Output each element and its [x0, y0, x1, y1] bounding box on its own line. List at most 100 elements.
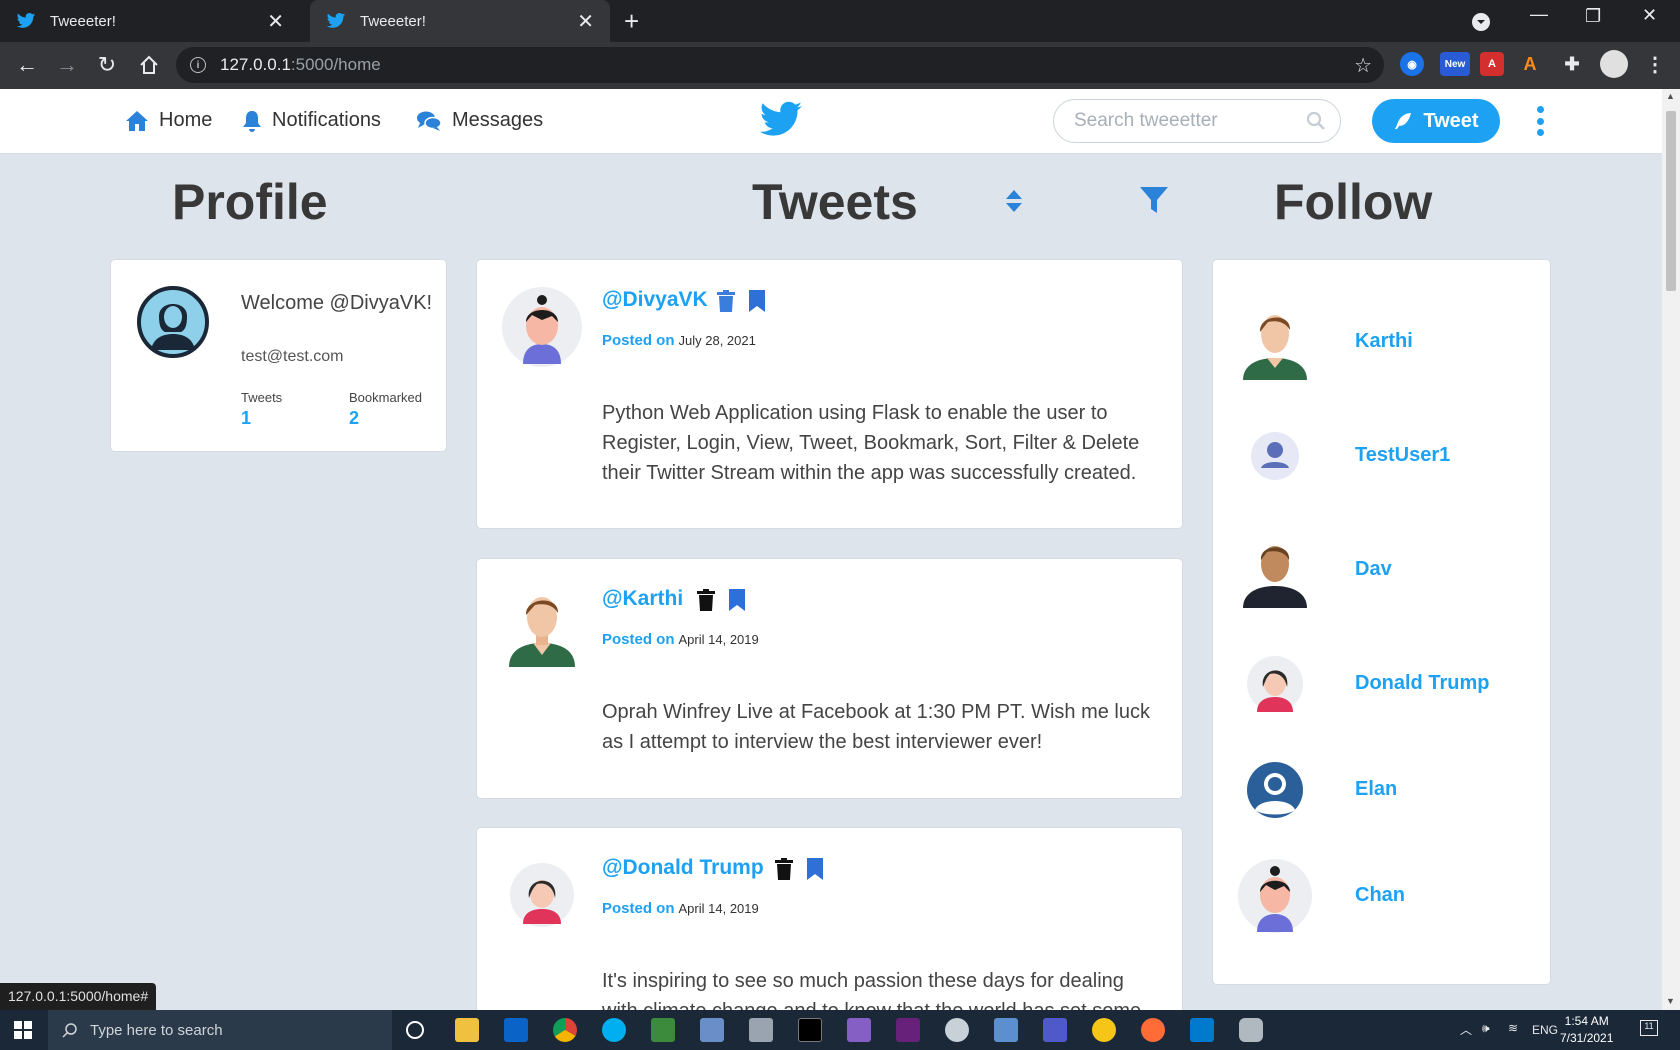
forward-icon[interactable]: → [54, 52, 80, 78]
excel-icon[interactable] [651, 1018, 675, 1042]
bookmark-icon[interactable] [729, 589, 745, 611]
volume-icon[interactable]: 🕪 [1482, 1021, 1490, 1036]
nav-notifications[interactable]: Notifications [242, 109, 381, 132]
tweets-count-label: Tweets [241, 390, 283, 405]
filter-icon[interactable] [1140, 187, 1168, 213]
database-icon[interactable] [1239, 1018, 1263, 1042]
restore-icon[interactable]: ❐ [1585, 6, 1601, 27]
wifi-icon[interactable]: ≋ [1508, 1021, 1518, 1035]
minimize-icon[interactable]: — [1530, 4, 1548, 25]
windows-taskbar: Type here to search ︿ 🕪 ≋ ENG 1:54 AM 7/… [0, 1010, 1680, 1050]
tweet-posted: Posted on April 14, 2019 [602, 631, 759, 648]
more-options-icon[interactable] [1532, 106, 1548, 136]
sort-icon[interactable] [1006, 190, 1022, 212]
home-icon[interactable] [136, 54, 162, 76]
trash-icon[interactable] [697, 589, 715, 611]
follow-name[interactable]: Dav [1355, 558, 1392, 581]
bookmark-icon[interactable] [749, 290, 765, 312]
visual-studio-icon[interactable] [847, 1018, 871, 1042]
status-url-bubble: 127.0.0.1:5000/home# [0, 983, 157, 1010]
follow-item[interactable]: TestUser1 [1237, 418, 1537, 498]
system-clock[interactable]: 1:54 AM 7/31/2021 [1560, 1013, 1613, 1047]
scroll-down-arrow[interactable]: ▼ [1666, 996, 1675, 1006]
profile-avatar-icon[interactable] [1600, 50, 1628, 78]
reload-icon[interactable]: ↻ [94, 52, 120, 78]
terminal-icon[interactable] [798, 1018, 822, 1042]
trash-icon[interactable] [775, 858, 793, 880]
follow-card: Karthi TestUser1 Dav Donald Trump Elan C… [1212, 259, 1551, 985]
windows-start-icon[interactable] [14, 1021, 32, 1039]
pdf-extension-icon[interactable]: A [1480, 52, 1504, 76]
app-icon[interactable] [749, 1018, 773, 1042]
nav-home[interactable]: Home [125, 109, 212, 132]
chrome-menu-icon[interactable]: ⋮ [1643, 52, 1667, 76]
tweet-button[interactable]: Tweet [1372, 99, 1500, 143]
clock-date: 7/31/2021 [1560, 1031, 1614, 1045]
follow-name[interactable]: Chan [1355, 884, 1405, 907]
new-tab-button[interactable]: + [624, 6, 639, 37]
vscode-icon[interactable] [1190, 1018, 1214, 1042]
close-tab-icon[interactable]: ✕ [267, 9, 284, 34]
taskbar-search[interactable]: Type here to search [48, 1010, 392, 1050]
follow-item[interactable]: Dav [1237, 532, 1537, 612]
visual-studio-icon[interactable] [896, 1018, 920, 1042]
follow-item[interactable]: Karthi [1237, 304, 1537, 384]
tweet-date: April 14, 2019 [678, 632, 759, 647]
app-icon[interactable] [945, 1018, 969, 1042]
extension-icon[interactable]: ◉ [1400, 52, 1424, 76]
twitter-logo-icon[interactable] [758, 101, 804, 139]
nav-messages[interactable]: Messages [416, 109, 543, 132]
site-info-icon[interactable]: i [190, 57, 206, 73]
chrome-icon[interactable] [553, 1018, 577, 1042]
tweet-handle[interactable]: @Donald Trump [602, 856, 764, 880]
close-window-icon[interactable]: ✕ [1642, 5, 1657, 26]
tweet-actions [717, 290, 765, 312]
close-tab-icon[interactable]: ✕ [577, 9, 594, 34]
follow-item[interactable]: Donald Trump [1237, 646, 1537, 726]
app-icon[interactable] [994, 1018, 1018, 1042]
outlook-icon[interactable] [504, 1018, 528, 1042]
app-icon[interactable] [700, 1018, 724, 1042]
teams-icon[interactable] [1043, 1018, 1067, 1042]
tab-search-icon[interactable] [1470, 11, 1492, 33]
app-icon[interactable] [1092, 1018, 1116, 1042]
skype-icon[interactable] [602, 1018, 626, 1042]
tweets-count[interactable]: 1 [241, 408, 251, 429]
posted-label: Posted on [602, 332, 675, 349]
tray-expand-icon[interactable]: ︿ [1460, 1021, 1472, 1038]
trash-icon[interactable] [717, 290, 735, 312]
extension-a-icon[interactable]: A [1518, 52, 1542, 76]
action-center-icon[interactable]: 11 [1640, 1020, 1658, 1036]
bookmark-icon[interactable] [807, 858, 823, 880]
file-explorer-icon[interactable] [455, 1018, 479, 1042]
welcome-text: Welcome @DivyaVK! [241, 292, 433, 314]
tweet-handle[interactable]: @Karthi [602, 587, 683, 611]
tweet-handle[interactable]: @DivyaVK [602, 288, 708, 312]
follow-item[interactable]: Chan [1237, 858, 1537, 938]
address-bar[interactable]: i 127.0.0.1:5000/home ☆ [176, 47, 1384, 83]
bookmarked-count[interactable]: 2 [349, 408, 359, 429]
postman-icon[interactable] [1141, 1018, 1165, 1042]
browser-tab-1[interactable]: Tweeeter! ✕ [0, 0, 300, 42]
follow-heading: Follow [1274, 174, 1433, 230]
page-scrollbar[interactable]: ▲ ▼ [1662, 89, 1680, 1010]
search-box[interactable] [1053, 99, 1341, 143]
back-icon[interactable]: ← [14, 52, 40, 78]
browser-tab-2[interactable]: Tweeeter! ✕ [310, 0, 610, 42]
bookmark-star-icon[interactable]: ☆ [1354, 53, 1372, 78]
follow-item[interactable]: Elan [1237, 752, 1537, 832]
follow-name[interactable]: Elan [1355, 778, 1397, 801]
extensions-puzzle-icon[interactable]: ✚ [1560, 52, 1584, 76]
scroll-up-arrow[interactable]: ▲ [1666, 91, 1675, 101]
extension-new-icon[interactable]: New [1440, 52, 1470, 76]
tweet-actions [697, 589, 745, 611]
cortana-icon[interactable] [406, 1021, 424, 1039]
scrollbar-thumb[interactable] [1666, 111, 1676, 291]
language-indicator[interactable]: ENG [1532, 1023, 1558, 1037]
follow-name[interactable]: Donald Trump [1355, 672, 1489, 695]
follow-name[interactable]: TestUser1 [1355, 444, 1450, 467]
search-icon[interactable] [1306, 111, 1326, 131]
follow-name[interactable]: Karthi [1355, 330, 1413, 353]
search-input[interactable] [1074, 110, 1294, 132]
tweet-date: July 28, 2021 [678, 333, 756, 348]
